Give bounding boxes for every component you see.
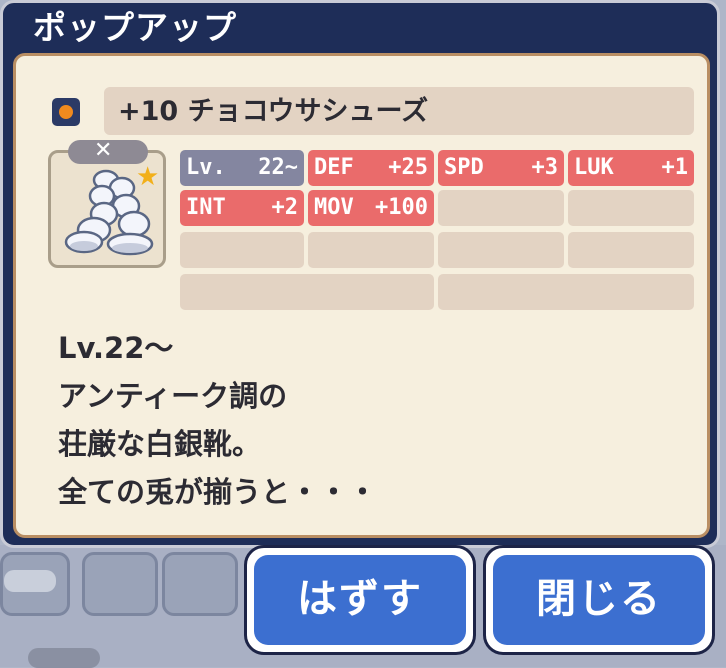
close-button[interactable]: 閉じる	[493, 555, 705, 645]
stat-luk: LUK +1	[568, 150, 694, 186]
lock-badge: ✕	[68, 138, 148, 164]
background-item-slot	[162, 552, 238, 616]
background-item-icon	[4, 570, 56, 592]
background-lock-badge	[28, 648, 100, 668]
description-line: 全ての兎が揃うと・・・	[58, 475, 378, 509]
item-name: +10 チョコウサシューズ	[118, 96, 429, 127]
item-description: Lv.22～ アンティーク調の 荘厳な白銀靴。 全ての兎が揃うと・・・	[58, 324, 658, 516]
star-icon: ★	[136, 162, 160, 192]
stat-level: Lv. 22~	[180, 150, 304, 186]
description-line: Lv.22～	[58, 331, 174, 365]
stat-spd-value: +3	[531, 155, 559, 180]
stat-int-label: INT	[186, 195, 226, 220]
description-line: アンティーク調の	[58, 379, 288, 413]
stat-int-value: +2	[271, 195, 299, 220]
unequip-button-frame: はずす	[244, 545, 476, 655]
stat-luk-value: +1	[661, 155, 689, 180]
stat-empty-slot	[438, 232, 564, 268]
stat-empty-slot	[568, 190, 694, 226]
close-button-frame: 閉じる	[483, 545, 715, 655]
rarity-marker	[52, 98, 80, 126]
rarity-dot-icon	[59, 105, 73, 119]
stat-empty-slot	[180, 232, 304, 268]
stat-def-value: +25	[388, 155, 428, 180]
lock-x-icon: ✕	[94, 138, 113, 163]
stat-empty-slot	[568, 232, 694, 268]
stat-level-label: Lv.	[186, 155, 226, 180]
stat-mov: MOV +100	[308, 190, 434, 226]
stat-def-label: DEF	[314, 155, 354, 180]
stat-empty-slot-wide	[180, 274, 434, 310]
stat-spd: SPD +3	[438, 150, 564, 186]
item-name-field: +10 チョコウサシューズ	[104, 87, 694, 135]
stat-empty-slot-wide	[438, 274, 694, 310]
background-item-slot	[82, 552, 158, 616]
stat-int: INT +2	[180, 190, 304, 226]
stat-mov-value: +100	[375, 195, 428, 220]
stat-level-value: 22~	[258, 155, 298, 180]
stat-empty-slot	[308, 232, 434, 268]
item-popup: ポップアップ +10 チョコウサシューズ ✕ ★ Lv. 22~ DEF +25…	[0, 0, 720, 548]
description-line: 荘厳な白銀靴。	[58, 427, 262, 461]
stat-mov-label: MOV	[314, 195, 354, 220]
stat-empty-slot	[438, 190, 564, 226]
item-detail-panel: +10 チョコウサシューズ ✕ ★ Lv. 22~ DEF +25 SPD +3…	[13, 53, 710, 538]
stat-luk-label: LUK	[574, 155, 614, 180]
popup-title: ポップアップ	[33, 8, 237, 47]
stat-spd-label: SPD	[444, 155, 484, 180]
unequip-button[interactable]: はずす	[254, 555, 466, 645]
stat-def: DEF +25	[308, 150, 434, 186]
